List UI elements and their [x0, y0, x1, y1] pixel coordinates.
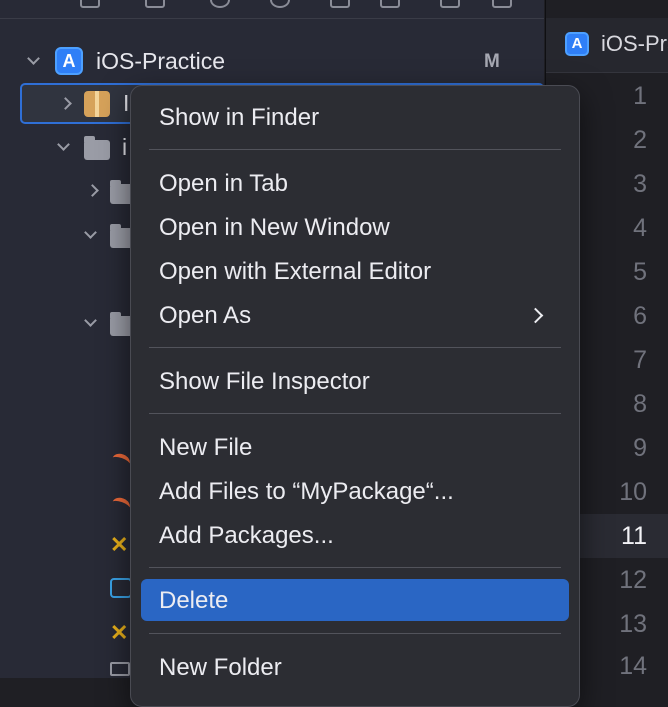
line-number: 8	[633, 390, 647, 418]
line-number: 2	[633, 126, 647, 154]
line-number: 1	[633, 82, 647, 110]
chevron-down-icon[interactable]	[84, 314, 97, 327]
menu-item-open-as[interactable]: Open As	[141, 294, 569, 336]
menu-separator	[149, 149, 561, 150]
menu-separator	[149, 567, 561, 568]
issue-tab-icon[interactable]	[330, 0, 350, 8]
xcode-config-icon: ✕	[110, 620, 129, 645]
editor-toolbar	[546, 0, 668, 19]
source-control-tab-icon[interactable]	[145, 0, 165, 8]
symbol-tab-icon[interactable]	[210, 0, 230, 8]
menu-item-open-with-external-editor[interactable]: Open with External Editor	[141, 250, 569, 292]
breakpoint-tab-icon[interactable]	[492, 0, 512, 8]
test-tab-icon[interactable]	[380, 0, 400, 8]
menu-separator	[149, 633, 561, 634]
line-number-current: 11	[621, 522, 647, 550]
app-project-icon	[55, 47, 83, 75]
menu-item-show-in-finder[interactable]: Show in Finder	[141, 96, 569, 138]
line-number: 5	[633, 258, 647, 286]
menu-item-label: New File	[159, 434, 253, 461]
line-number: 10	[619, 478, 647, 506]
menu-item-label: Open in Tab	[159, 170, 288, 197]
xcode-config-icon: ✕	[110, 532, 129, 557]
menu-item-open-in-new-window[interactable]: Open in New Window	[141, 206, 569, 248]
tree-row-project[interactable]: iOS-Practice M	[0, 42, 544, 82]
chevron-right-icon[interactable]	[86, 184, 99, 197]
line-number: 6	[633, 302, 647, 330]
folder-icon	[84, 136, 110, 160]
line-number: 12	[619, 566, 647, 594]
editor-tab[interactable]: iOS-Pra	[546, 18, 668, 73]
menu-item-label: Show in Finder	[159, 104, 320, 131]
menu-item-add-files[interactable]: Add Files to “MyPackage“...	[141, 470, 569, 512]
navigator-toolbar	[0, 0, 544, 19]
source-control-status-badge: M	[484, 51, 500, 72]
swift-file-icon	[110, 494, 132, 512]
folder-tab-icon[interactable]	[80, 0, 100, 8]
line-number: 14	[619, 652, 647, 680]
menu-separator	[149, 413, 561, 414]
line-number: 3	[633, 170, 647, 198]
folder-name-partial: i	[122, 134, 128, 160]
chevron-down-icon[interactable]	[27, 52, 40, 65]
menu-separator	[149, 347, 561, 348]
find-tab-icon[interactable]	[270, 0, 290, 8]
chevron-right-icon	[527, 307, 544, 324]
line-number: 13	[619, 610, 647, 638]
menu-item-label: Open in New Window	[159, 214, 390, 241]
package-icon	[84, 91, 110, 117]
menu-item-label: Add Files to “MyPackage“...	[159, 478, 454, 505]
asset-catalog-icon	[110, 578, 132, 598]
chevron-down-icon[interactable]	[84, 226, 97, 239]
menu-item-label: Show File Inspector	[159, 368, 370, 395]
project-name: iOS-Practice	[96, 48, 226, 74]
menu-item-add-packages[interactable]: Add Packages...	[141, 514, 569, 556]
chevron-down-icon[interactable]	[57, 138, 70, 151]
line-number: 7	[633, 346, 647, 374]
menu-item-show-file-inspector[interactable]: Show File Inspector	[141, 360, 569, 402]
editor-tab-label: iOS-Pra	[601, 31, 668, 56]
chevron-right-icon[interactable]	[59, 97, 72, 110]
menu-item-label: Open As	[159, 302, 252, 329]
menu-item-open-in-tab[interactable]: Open in Tab	[141, 162, 569, 204]
menu-item-new-folder[interactable]: New Folder	[141, 646, 569, 688]
table-file-icon	[110, 662, 130, 676]
debug-tab-icon[interactable]	[440, 0, 460, 8]
line-number: 4	[633, 214, 647, 242]
package-name-partial: I	[123, 90, 130, 116]
menu-item-label: Open with External Editor	[159, 258, 432, 285]
menu-item-new-file[interactable]: New File	[141, 426, 569, 468]
app-project-icon	[565, 32, 589, 56]
menu-item-delete[interactable]: Delete	[141, 579, 569, 621]
menu-item-label: Delete	[159, 587, 229, 614]
line-number: 9	[633, 434, 647, 462]
menu-item-label: Add Packages...	[159, 522, 334, 549]
swift-file-icon	[110, 450, 132, 468]
context-menu: Show in Finder Open in Tab Open in New W…	[130, 85, 580, 707]
